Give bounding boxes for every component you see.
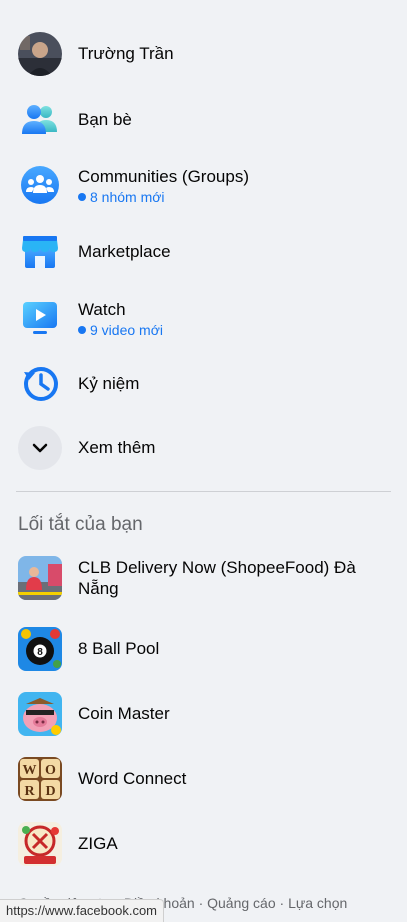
ziga-icon xyxy=(18,821,62,866)
nav-item-friends[interactable]: Bạn bè xyxy=(0,87,407,152)
8-ball-pool-icon: 8 xyxy=(18,626,62,671)
nav-item-groups[interactable]: Communities (Groups) 8 nhóm mới xyxy=(0,152,407,218)
watch-icon xyxy=(18,296,62,340)
svg-text:O: O xyxy=(45,763,56,778)
left-navigation: Trường Trần Bạn bè Communities (Groups) … xyxy=(0,0,407,480)
groups-new-count: 8 nhóm mới xyxy=(78,189,249,205)
shortcut-item[interactable]: 8 8 Ball Pool xyxy=(0,616,407,681)
shortcut-label: ZIGA xyxy=(78,834,118,853)
coin-master-icon xyxy=(18,691,62,736)
groups-sub-label: 8 nhóm mới xyxy=(90,188,165,205)
watch-new-count: 9 video mới xyxy=(78,322,163,338)
shortcut-label: 8 Ball Pool xyxy=(78,639,160,658)
friends-label: Bạn bè xyxy=(78,110,132,129)
browser-status-url: https://www.facebook.com xyxy=(0,899,165,922)
group-thumbnail xyxy=(18,556,62,600)
svg-text:W: W xyxy=(23,763,37,778)
profile-avatar xyxy=(18,31,62,76)
shortcut-item[interactable]: ZIGA xyxy=(0,811,407,876)
unread-dot xyxy=(78,325,86,334)
friends-icon xyxy=(18,98,62,142)
shortcuts-list: CLB Delivery Now (ShopeeFood) Đà Nẵng 8 … xyxy=(0,548,407,876)
see-more-label: Xem thêm xyxy=(78,438,156,457)
marketplace-label: Marketplace xyxy=(78,242,171,261)
svg-text:R: R xyxy=(24,784,35,799)
shortcut-item[interactable]: Coin Master xyxy=(0,681,407,746)
unread-dot xyxy=(78,192,86,201)
shortcut-label: CLB Delivery Now (ShopeeFood) Đà Nẵng xyxy=(78,558,356,598)
shortcut-label: Coin Master xyxy=(78,704,170,723)
profile-link[interactable]: Trường Trần xyxy=(0,20,407,87)
shortcut-label: Word Connect xyxy=(78,769,187,788)
word-connect-icon: W O R D xyxy=(18,756,62,801)
see-more-button[interactable]: Xem thêm xyxy=(0,415,407,480)
nav-item-memories[interactable]: Kỷ niệm xyxy=(0,351,407,415)
memories-clock-icon xyxy=(18,361,62,405)
section-divider xyxy=(16,491,391,492)
shortcut-item[interactable]: CLB Delivery Now (ShopeeFood) Đà Nẵng xyxy=(0,548,407,608)
shortcut-item[interactable]: W O R D Word Connect xyxy=(0,746,407,811)
profile-name: Trường Trần xyxy=(78,44,174,63)
memories-label: Kỷ niệm xyxy=(78,373,140,393)
watch-sub-label: 9 video mới xyxy=(90,321,163,338)
groups-label: Communities (Groups) xyxy=(78,166,249,186)
shortcuts-heading: Lối tắt của bạn xyxy=(18,514,143,535)
nav-item-marketplace[interactable]: Marketplace xyxy=(0,218,407,285)
nav-item-watch[interactable]: Watch 9 video mới xyxy=(0,285,407,351)
groups-icon xyxy=(18,163,62,207)
marketplace-icon xyxy=(18,230,62,274)
svg-text:8: 8 xyxy=(37,647,43,658)
chevron-down-icon xyxy=(18,425,62,470)
watch-label: Watch xyxy=(78,299,126,319)
svg-text:D: D xyxy=(45,784,55,799)
